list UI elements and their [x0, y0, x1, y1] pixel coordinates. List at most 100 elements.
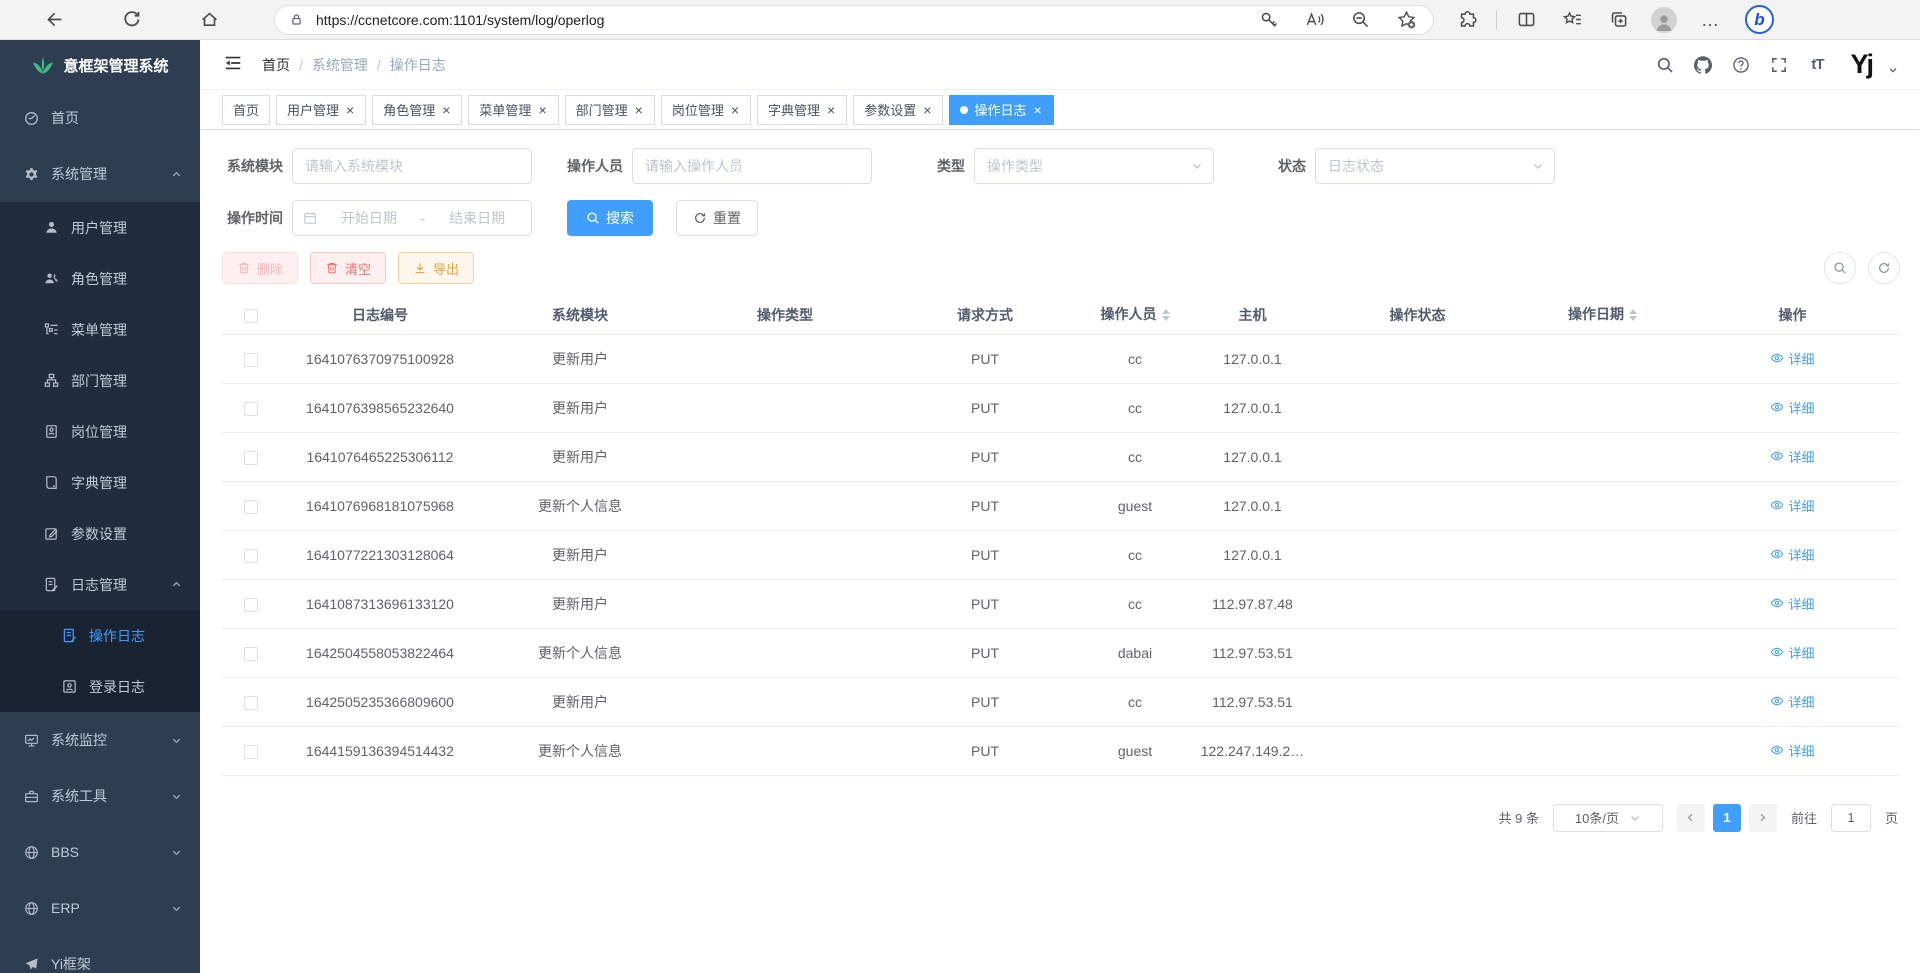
sidebar-item-yi-framework[interactable]: Yi框架 [0, 936, 200, 973]
back-button[interactable] [36, 5, 70, 35]
row-checkbox[interactable] [244, 549, 258, 563]
sidebar-item-post-mgmt[interactable]: 岗位管理 [0, 406, 200, 457]
row-checkbox[interactable] [244, 696, 258, 710]
chevron-down-icon[interactable] [1888, 65, 1898, 75]
col-operator[interactable]: 操作人员 [1080, 296, 1190, 334]
favorites-bar-button[interactable] [1559, 5, 1585, 35]
sidebar-item-dict-mgmt[interactable]: 字典管理 [0, 457, 200, 508]
address-bar[interactable]: https://ccnetcore.com:1101/system/log/op… [274, 5, 1434, 35]
sidebar-item-home[interactable]: 首页 [0, 90, 200, 146]
sidebar-item-dept-mgmt[interactable]: 部门管理 [0, 355, 200, 406]
browser-menu-button[interactable]: … [1697, 5, 1723, 35]
row-checkbox[interactable] [244, 647, 258, 661]
tab-dict-mgmt[interactable]: 字典管理× [757, 95, 847, 125]
col-date[interactable]: 操作日期 [1520, 296, 1685, 334]
sidebar-item-menu-mgmt[interactable]: 菜单管理 [0, 304, 200, 355]
close-icon[interactable]: × [537, 103, 547, 117]
help-button[interactable] [1730, 54, 1752, 76]
sort-caret-icon[interactable] [1629, 305, 1637, 325]
zoom-out-button[interactable] [1349, 5, 1371, 35]
sidebar-item-system-monitor[interactable]: 系统监控 [0, 712, 200, 768]
select-all-checkbox[interactable] [244, 309, 258, 323]
detail-link[interactable]: 详细 [1770, 594, 1814, 613]
sidebar-collapse-button[interactable] [220, 52, 246, 78]
row-checkbox[interactable] [244, 598, 258, 612]
profile-avatar[interactable] [1651, 7, 1677, 33]
reset-button[interactable]: 重置 [676, 200, 758, 236]
close-icon[interactable]: × [922, 103, 932, 117]
extensions-button[interactable] [1454, 5, 1480, 35]
refresh-button[interactable] [114, 5, 148, 35]
header-search-button[interactable] [1654, 54, 1676, 76]
row-checkbox[interactable] [244, 451, 258, 465]
show-search-button[interactable] [1824, 252, 1856, 284]
cell-module: 更新个人信息 [480, 726, 680, 775]
tab-menu-mgmt[interactable]: 菜单管理× [468, 95, 558, 125]
detail-link[interactable]: 详细 [1770, 349, 1814, 368]
sidebar-item-system-tools[interactable]: 系统工具 [0, 768, 200, 824]
close-icon[interactable]: × [441, 103, 451, 117]
next-page-button[interactable] [1749, 804, 1777, 832]
type-select[interactable]: 操作类型 [974, 148, 1214, 184]
sidebar-item-oper-log[interactable]: 操作日志 [0, 610, 200, 661]
sidebar-item-log-mgmt[interactable]: 日志管理 [0, 559, 200, 610]
read-aloud-button[interactable] [1303, 5, 1325, 35]
row-checkbox[interactable] [244, 500, 258, 514]
tab-param-settings[interactable]: 参数设置× [853, 95, 943, 125]
search-button[interactable]: 搜索 [567, 200, 653, 236]
tab-oper-log[interactable]: 操作日志× [949, 95, 1053, 125]
password-button[interactable] [1257, 5, 1279, 35]
tab-role-mgmt[interactable]: 角色管理× [372, 95, 462, 125]
prev-page-button[interactable] [1677, 804, 1705, 832]
font-size-button[interactable]: tT [1806, 54, 1828, 76]
sidebar-item-role-mgmt[interactable]: 角色管理 [0, 253, 200, 304]
close-icon[interactable]: × [634, 103, 644, 117]
split-screen-button[interactable] [1513, 5, 1539, 35]
sidebar-item-user-mgmt[interactable]: 用户管理 [0, 202, 200, 253]
date-range-picker[interactable]: 开始日期 - 结束日期 [292, 200, 532, 236]
page-1-button[interactable]: 1 [1713, 804, 1741, 832]
detail-link[interactable]: 详细 [1770, 545, 1814, 564]
close-icon[interactable]: × [730, 103, 740, 117]
row-checkbox[interactable] [244, 402, 258, 416]
favorite-add-button[interactable] [1395, 5, 1417, 35]
sort-caret-icon[interactable] [1162, 305, 1170, 325]
sidebar-item-system-mgmt[interactable]: 系统管理 [0, 146, 200, 202]
detail-link[interactable]: 详细 [1770, 398, 1814, 417]
url-text[interactable]: https://ccnetcore.com:1101/system/log/op… [316, 12, 1257, 28]
github-button[interactable] [1692, 54, 1714, 76]
bing-chat-icon[interactable]: b [1745, 5, 1774, 34]
sidebar-item-param-settings[interactable]: 参数设置 [0, 508, 200, 559]
close-icon[interactable]: × [826, 103, 836, 117]
refresh-table-button[interactable] [1868, 252, 1900, 284]
breadcrumb-home[interactable]: 首页 [262, 55, 290, 75]
delete-button[interactable]: 删除 [222, 252, 298, 284]
detail-link[interactable]: 详细 [1770, 447, 1814, 466]
row-checkbox[interactable] [244, 353, 258, 367]
close-icon[interactable]: × [1032, 103, 1042, 117]
export-button[interactable]: 导出 [398, 252, 474, 284]
home-button[interactable] [192, 5, 226, 35]
status-select[interactable]: 日志状态 [1315, 148, 1555, 184]
sidebar-item-login-log[interactable]: 登录日志 [0, 661, 200, 712]
tab-user-mgmt[interactable]: 用户管理× [276, 95, 366, 125]
tab-post-mgmt[interactable]: 岗位管理× [661, 95, 751, 125]
tab-home[interactable]: 首页 [222, 95, 270, 125]
goto-page-input[interactable] [1831, 804, 1871, 832]
sidebar-item-bbs[interactable]: BBS [0, 824, 200, 880]
clear-button[interactable]: 清空 [310, 252, 386, 284]
detail-link[interactable]: 详细 [1770, 741, 1814, 760]
fullscreen-button[interactable] [1768, 54, 1790, 76]
page-size-select[interactable]: 10条/页 [1553, 804, 1663, 832]
close-icon[interactable]: × [345, 103, 355, 117]
detail-link[interactable]: 详细 [1770, 496, 1814, 515]
detail-link[interactable]: 详细 [1770, 692, 1814, 711]
module-input[interactable] [292, 148, 532, 184]
sidebar-item-erp[interactable]: ERP [0, 880, 200, 936]
row-checkbox[interactable] [244, 745, 258, 759]
yi-logo[interactable]: Yj [1850, 49, 1872, 80]
tab-dept-mgmt[interactable]: 部门管理× [565, 95, 655, 125]
operator-input[interactable] [632, 148, 872, 184]
collections-button[interactable] [1605, 5, 1631, 35]
detail-link[interactable]: 详细 [1770, 643, 1814, 662]
